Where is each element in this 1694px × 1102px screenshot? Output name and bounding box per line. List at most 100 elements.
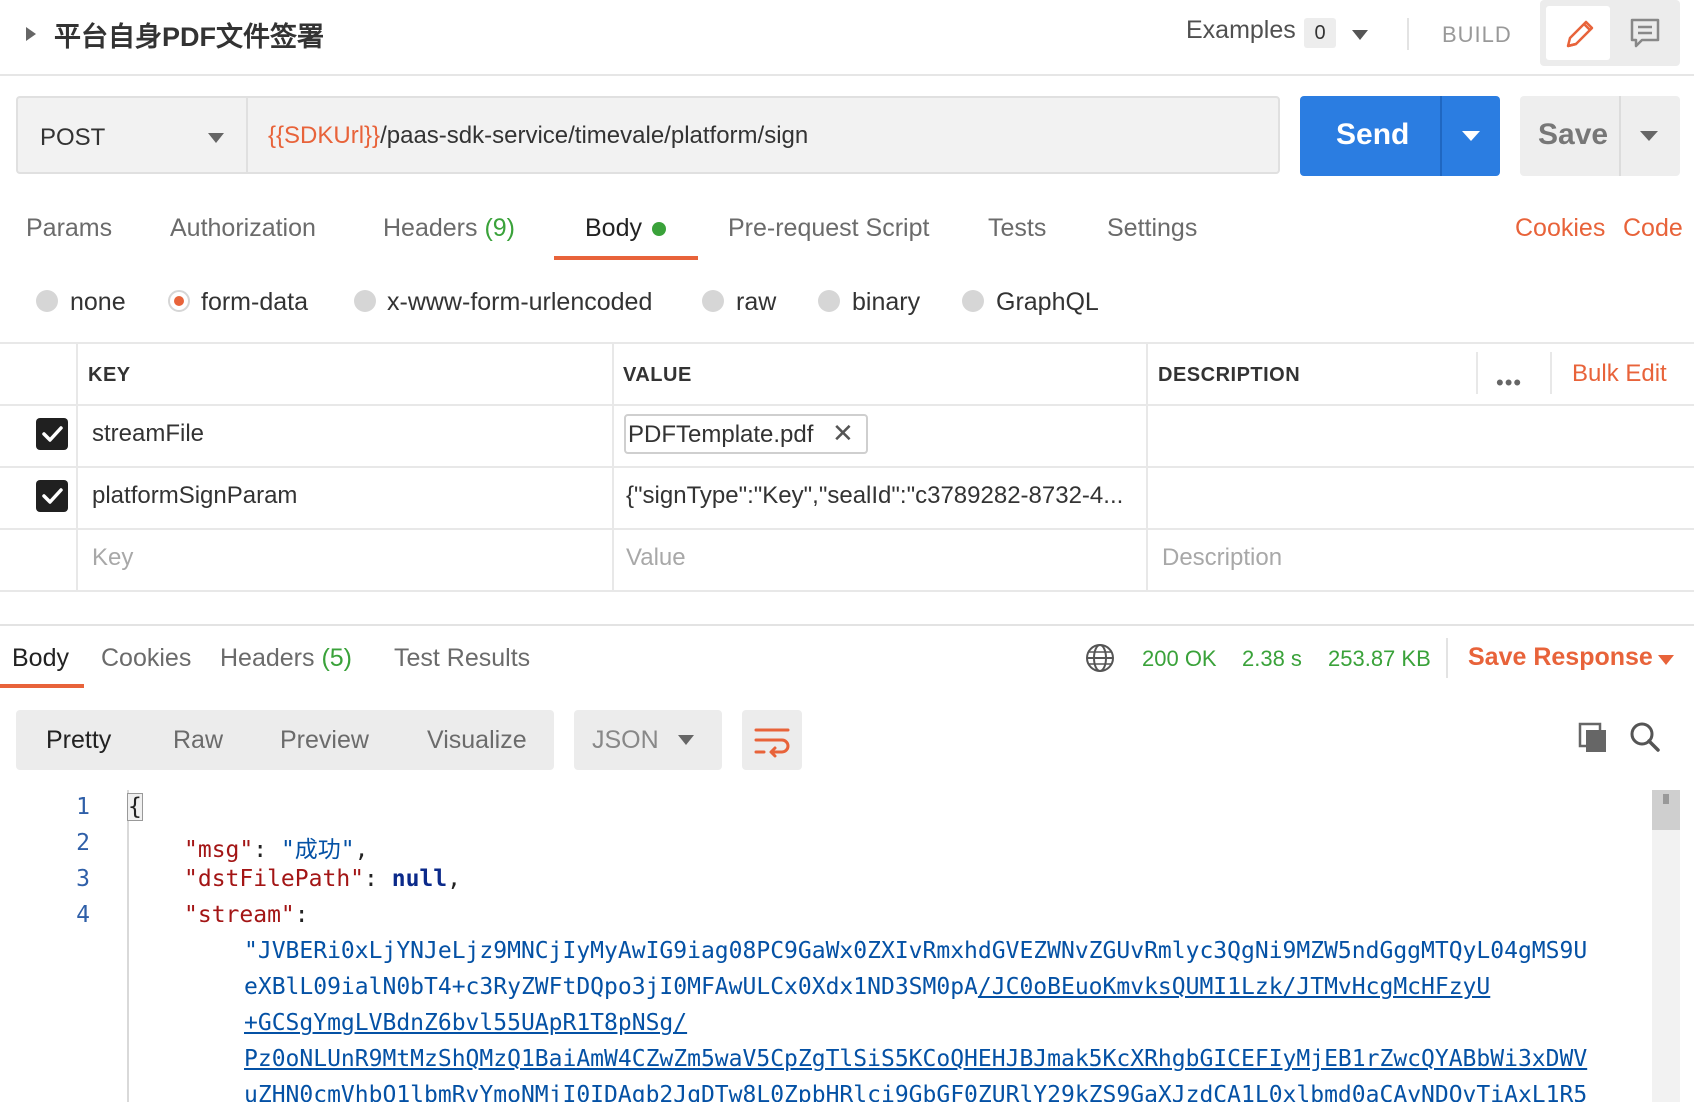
- radio-x-www-form-urlencoded[interactable]: [354, 290, 376, 312]
- tab-tests[interactable]: Tests: [988, 214, 1046, 243]
- chevron-down-icon[interactable]: [1462, 131, 1480, 141]
- radio-form-data[interactable]: [168, 290, 190, 312]
- json-string: eXBlL09ialN0bT4+c3RyZWFtDQpo3jI0MFAwULCx…: [244, 974, 978, 1000]
- code-brace: {: [127, 793, 143, 821]
- comment-mode-button[interactable]: [1612, 6, 1676, 60]
- json-key: "stream": [184, 902, 295, 928]
- radio-none[interactable]: [36, 290, 58, 312]
- json-key: "msg": [184, 837, 254, 863]
- divider: [76, 342, 78, 590]
- url-path: /paas-sdk-service/timevale/platform/sign: [380, 122, 809, 149]
- response-tab-cookies[interactable]: Cookies: [101, 644, 191, 673]
- request-header: 平台自身PDF文件签署 Examples 0 BUILD: [0, 0, 1694, 76]
- key-input[interactable]: Key: [92, 544, 133, 572]
- search-icon[interactable]: [1628, 720, 1662, 759]
- response-tab-headers[interactable]: Headers (5): [220, 644, 352, 673]
- response-tab-test-results[interactable]: Test Results: [394, 644, 530, 673]
- chevron-down-icon[interactable]: [1352, 30, 1368, 40]
- json-link[interactable]: /JC0oBEuoKmvksQUMI1Lzk/JTMvHcgMcHFzyU: [978, 974, 1490, 1000]
- response-tab-body[interactable]: Body: [12, 644, 69, 673]
- radio-label-raw[interactable]: raw: [736, 288, 776, 317]
- tab-headers[interactable]: Headers (9): [383, 214, 515, 243]
- save-button[interactable]: Save: [1520, 96, 1680, 176]
- radio-label-form-data[interactable]: form-data: [201, 288, 308, 317]
- tab-pre-request-script[interactable]: Pre-request Script: [728, 214, 929, 243]
- active-tab-indicator: [0, 684, 84, 688]
- save-response-button[interactable]: Save Response: [1468, 643, 1653, 672]
- examples-dropdown[interactable]: Examples: [1186, 16, 1296, 45]
- row-key[interactable]: streamFile: [92, 420, 204, 448]
- code-link[interactable]: Code: [1623, 214, 1683, 243]
- divider: [1440, 96, 1442, 176]
- chevron-down-icon: [208, 133, 224, 143]
- code-line[interactable]: Pz0oNLUnR9MtMzShQMzQ1BaiAmW4CZwZm5waV5Cp…: [244, 1046, 1587, 1072]
- tab-params[interactable]: Params: [26, 214, 112, 243]
- response-time[interactable]: 2.38 s: [1242, 646, 1302, 672]
- row-checkbox[interactable]: [36, 418, 68, 450]
- close-icon[interactable]: ✕: [832, 418, 854, 449]
- format-select[interactable]: JSON: [574, 710, 722, 770]
- wrap-icon: [754, 728, 790, 758]
- status-code[interactable]: 200 OK: [1142, 646, 1217, 672]
- response-body-editor[interactable]: 1 2 3 4 { "msg": "成功", "dstFilePath": nu…: [0, 790, 1694, 1102]
- radio-binary[interactable]: [818, 290, 840, 312]
- url-input[interactable]: {{SDKUrl}}/paas-sdk-service/timevale/pla…: [246, 96, 1280, 174]
- tab-headers-label: Headers: [383, 214, 478, 242]
- file-name: PDFTemplate.pdf: [628, 421, 814, 448]
- code-line[interactable]: +GCSgYmgLVBdnZ6bvl55UApR1T8pNSg/: [244, 1010, 687, 1036]
- build-mode-label[interactable]: BUILD: [1442, 22, 1512, 48]
- caret-right-icon[interactable]: [26, 27, 36, 41]
- divider: [1446, 638, 1448, 678]
- view-tab-raw[interactable]: Raw: [173, 726, 223, 755]
- divider: [612, 342, 614, 590]
- view-tab-pretty[interactable]: Pretty: [46, 726, 111, 755]
- row-checkbox[interactable]: [36, 480, 68, 512]
- description-input[interactable]: Description: [1162, 544, 1282, 572]
- url-variable: {{SDKUrl}}: [268, 122, 381, 149]
- scrollbar-track[interactable]: [1652, 790, 1680, 1102]
- line-number: 2: [76, 830, 90, 856]
- wrap-lines-button[interactable]: [742, 710, 802, 770]
- view-tab-visualize[interactable]: Visualize: [427, 726, 527, 755]
- format-label: JSON: [592, 726, 659, 754]
- radio-label-none[interactable]: none: [70, 288, 126, 317]
- scrollbar-thumb[interactable]: [1652, 790, 1680, 830]
- copy-icon[interactable]: [1576, 720, 1610, 759]
- edit-mode-button[interactable]: [1546, 6, 1610, 60]
- row-value[interactable]: {"signType":"Key","sealId":"c3789282-873…: [626, 482, 1140, 510]
- globe-icon[interactable]: [1084, 642, 1116, 679]
- json-key: "dstFilePath": [184, 866, 365, 892]
- row-key[interactable]: platformSignParam: [92, 482, 297, 510]
- divider: [1407, 18, 1409, 50]
- method-select[interactable]: POST: [16, 96, 246, 174]
- line-number: 3: [76, 866, 90, 892]
- tab-settings[interactable]: Settings: [1107, 214, 1197, 243]
- radio-graphql[interactable]: [962, 290, 984, 312]
- tab-body[interactable]: Body: [585, 214, 642, 243]
- column-header-description: DESCRIPTION: [1158, 364, 1301, 386]
- request-title[interactable]: 平台自身PDF文件签署: [54, 15, 324, 54]
- cookies-link[interactable]: Cookies: [1515, 214, 1605, 243]
- more-options-icon[interactable]: •••: [1496, 370, 1522, 396]
- divider: [0, 342, 1694, 344]
- code-line[interactable]: uZHN0cmVhbQ1lbmRvYmoNMjI0IDAgb2JqDTw8L0Z…: [244, 1082, 1587, 1102]
- chevron-down-icon[interactable]: [1640, 131, 1658, 141]
- value-input[interactable]: Value: [626, 544, 686, 572]
- radio-label-graphql[interactable]: GraphQL: [996, 288, 1099, 317]
- divider: [1146, 342, 1148, 590]
- view-tab-preview[interactable]: Preview: [280, 726, 369, 755]
- radio-label-x-www-form-urlencoded[interactable]: x-www-form-urlencoded: [387, 288, 652, 317]
- send-button[interactable]: Send: [1300, 96, 1500, 176]
- save-label: Save: [1538, 118, 1609, 151]
- divider: [1619, 96, 1621, 176]
- response-size[interactable]: 253.87 KB: [1328, 646, 1431, 672]
- response-tab-headers-label: Headers: [220, 644, 315, 672]
- bulk-edit-link[interactable]: Bulk Edit: [1572, 360, 1667, 388]
- column-header-key: KEY: [88, 364, 131, 386]
- chevron-down-icon[interactable]: [1658, 655, 1674, 665]
- view-mode-group: Pretty Raw Preview Visualize: [16, 710, 554, 770]
- tab-authorization[interactable]: Authorization: [170, 214, 316, 243]
- radio-raw[interactable]: [702, 290, 724, 312]
- code-line: "msg": "成功",: [184, 837, 369, 863]
- radio-label-binary[interactable]: binary: [852, 288, 920, 317]
